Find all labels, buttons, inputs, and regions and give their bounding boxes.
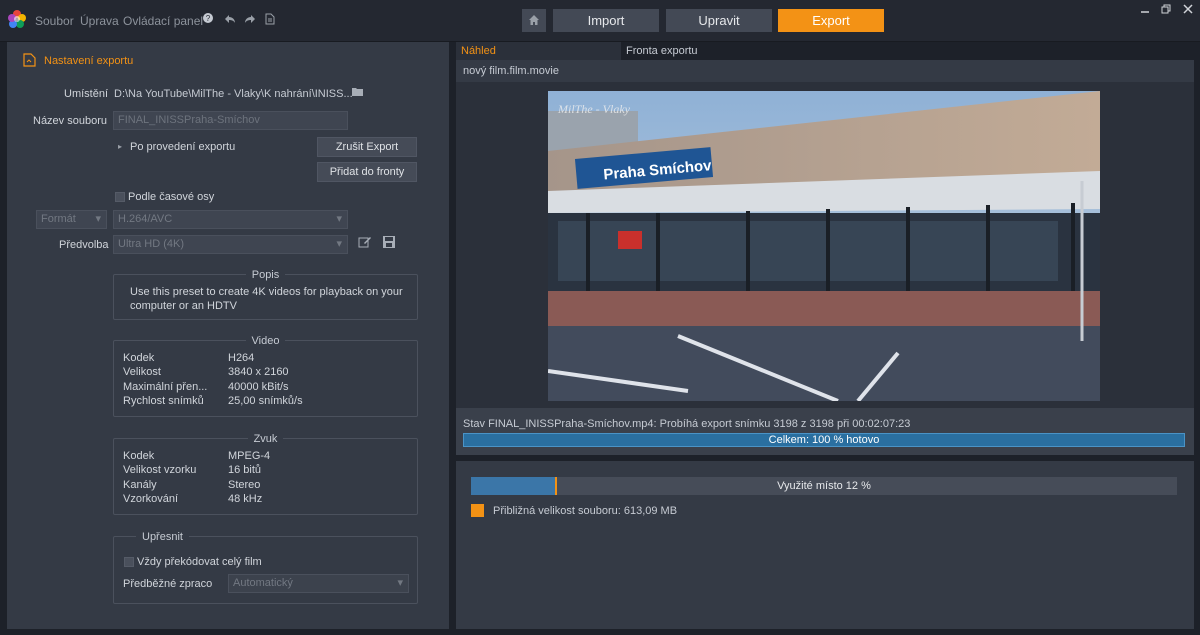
status-text: Stav FINAL_INISSPraha-Smíchov.mp4: Probí… <box>463 418 911 430</box>
audio-codec-key: Kodek <box>123 450 155 462</box>
description-title: Popis <box>245 269 286 281</box>
preset-select-value: Ultra HD (4K) <box>118 238 185 250</box>
prerender-select-value: Automatický <box>233 577 293 589</box>
video-size-key: Velikost <box>123 366 161 378</box>
video-preview[interactable]: Praha Smíchov MilThe - Vlaky <box>548 91 1100 401</box>
prerender-label: Předběžné zpraco <box>123 578 213 590</box>
movie-name: nový film.film.movie <box>456 60 1194 82</box>
file-size-text: Přibližná velikost souboru: 613,09 MB <box>493 505 678 517</box>
format-select[interactable]: Formát <box>36 210 107 229</box>
preset-select[interactable]: Ultra HD (4K) <box>113 235 348 254</box>
menu-control-panel[interactable]: Ovládací panel <box>123 14 203 28</box>
document-icon[interactable] <box>265 13 275 28</box>
section-title: Nastavení exportu <box>44 55 134 67</box>
audio-samplerate-value: 48 kHz <box>228 493 263 505</box>
timeline-checkbox[interactable] <box>115 192 125 202</box>
import-button[interactable]: Import <box>553 9 659 32</box>
app-logo-icon <box>8 10 26 28</box>
export-settings-panel: Nastavení exportu Umístění D:\Na YouTube… <box>7 42 449 629</box>
close-icon[interactable] <box>1183 4 1193 17</box>
export-settings-icon <box>23 53 36 70</box>
after-export-label[interactable]: Po provedení exportu <box>130 141 235 153</box>
audio-sample-size-key: Velikost vzorku <box>123 464 197 476</box>
audio-codec-value: MPEG-4 <box>228 450 271 462</box>
format-select-label: Formát <box>41 213 76 225</box>
timeline-label: Podle časové osy <box>128 191 215 203</box>
redo-icon[interactable] <box>244 13 256 28</box>
refine-box: Upřesnit Vždy překódovat celý film Předb… <box>113 531 418 604</box>
home-icon <box>529 15 539 25</box>
add-to-queue-button[interactable]: Přidat do fronty <box>317 162 417 182</box>
video-title: Video <box>245 335 286 347</box>
export-progress-bar: Celkem: 100 % hotovo <box>463 433 1185 447</box>
expand-arrow-icon[interactable]: ▸ <box>118 142 122 151</box>
save-preset-icon[interactable] <box>382 235 396 252</box>
audio-title: Zvuk <box>247 433 284 445</box>
cancel-export-button[interactable]: Zrušit Export <box>317 137 417 157</box>
edit-button[interactable]: Upravit <box>666 9 772 32</box>
restore-icon[interactable] <box>1161 4 1171 17</box>
codec-select-value: H.264/AVC <box>118 213 173 225</box>
title-bar: Soubor Úprava Ovládací panel ? Import Up… <box>0 0 1200 42</box>
disk-space-label: Využité místo 12 % <box>777 480 871 492</box>
video-codec-key: Kodek <box>123 352 155 364</box>
audio-sample-size-value: 16 bitů <box>228 464 262 476</box>
filename-input[interactable]: FINAL_INISSPraha-Smíchov <box>113 111 348 130</box>
video-framerate-value: 25,00 snímků/s <box>228 395 303 407</box>
menu-edit[interactable]: Úprava <box>80 14 119 28</box>
refine-title: Upřesnit <box>136 531 189 543</box>
video-bitrate-key: Maximální přen... <box>123 381 208 393</box>
video-framerate-key: Rychlost snímků <box>123 395 204 407</box>
codec-select[interactable]: H.264/AVC <box>113 210 348 229</box>
minimize-icon[interactable] <box>1140 4 1150 17</box>
menu-file[interactable]: Soubor <box>35 14 74 28</box>
video-size-value: 3840 x 2160 <box>228 366 289 378</box>
video-box: Video Kodek H264 Velikost 3840 x 2160 Ma… <box>113 335 418 417</box>
watermark-text: MilThe - Vlaky <box>557 102 631 116</box>
description-box: Popis Use this preset to create 4K video… <box>113 269 418 320</box>
audio-samplerate-key: Vzorkování <box>123 493 179 505</box>
video-bitrate-value: 40000 kBit/s <box>228 381 289 393</box>
right-tabs: Náhled Fronta exportu <box>456 42 1194 60</box>
audio-channels-key: Kanály <box>123 479 157 491</box>
undo-icon[interactable] <box>224 13 236 28</box>
help-icon[interactable]: ? <box>203 12 213 27</box>
audio-box: Zvuk Kodek MPEG-4 Velikost vzorku 16 bit… <box>113 433 418 515</box>
description-text: Use this preset to create 4K videos for … <box>130 286 403 312</box>
video-codec-value: H264 <box>228 352 255 364</box>
folder-icon[interactable] <box>352 87 364 100</box>
edit-preset-icon[interactable] <box>358 235 372 252</box>
prerender-select[interactable]: Automatický <box>228 574 409 593</box>
location-value: D:\Na YouTube\MilThe - Vlaky\K nahrání\I… <box>114 88 353 100</box>
disk-space-bar: Využité místo 12 % <box>471 477 1177 495</box>
svg-text:?: ? <box>206 14 211 23</box>
audio-channels-value: Stereo <box>228 479 261 491</box>
tab-preview[interactable]: Náhled <box>456 42 621 60</box>
always-transcode-checkbox[interactable] <box>124 557 134 567</box>
always-transcode-label: Vždy překódovat celý film <box>137 556 262 568</box>
home-button[interactable] <box>522 9 546 32</box>
preset-label: Předvolba <box>59 239 109 251</box>
disk-usage-panel: Využité místo 12 % Přibližná velikost so… <box>456 461 1194 629</box>
file-size-legend-swatch <box>471 504 484 517</box>
preview-panel: nový film.film.movie Praha Smíchov MilTh… <box>456 60 1194 455</box>
filename-label: Název souboru <box>33 115 107 127</box>
progress-text: Celkem: 100 % hotovo <box>768 434 880 446</box>
export-status: Stav FINAL_INISSPraha-Smíchov.mp4: Probí… <box>456 408 1194 455</box>
tab-export-queue[interactable]: Fronta exportu <box>621 42 1194 60</box>
export-button[interactable]: Export <box>778 9 884 32</box>
location-label: Umístění <box>64 88 109 100</box>
video-frame-image: Praha Smíchov MilThe - Vlaky <box>548 91 1100 401</box>
